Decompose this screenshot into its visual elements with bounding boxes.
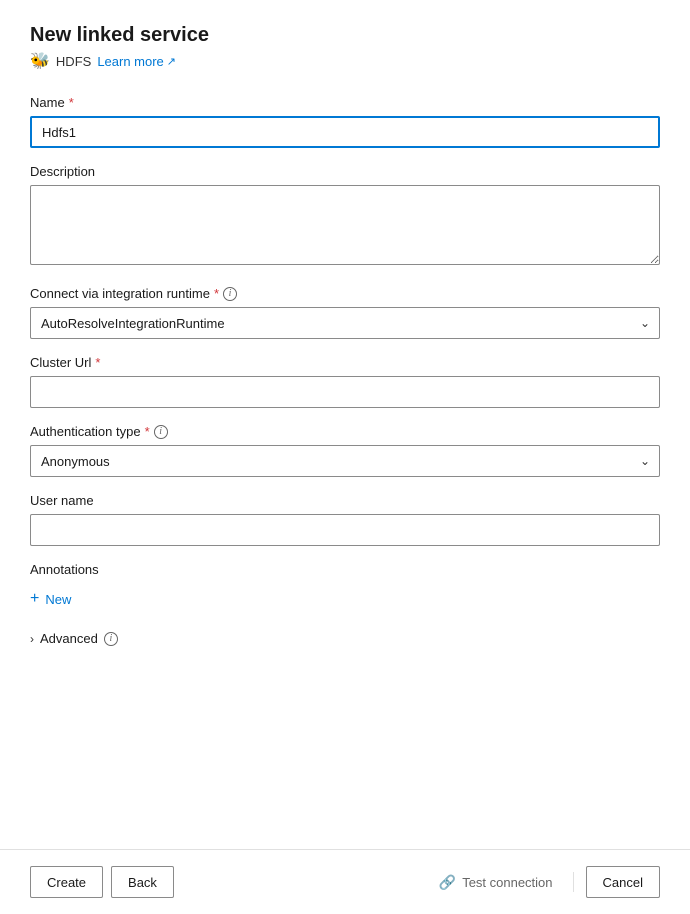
auth-type-label: Authentication type * i (30, 424, 660, 439)
new-annotation-label: New (45, 592, 71, 607)
name-input[interactable] (30, 116, 660, 148)
advanced-section[interactable]: › Advanced i (30, 627, 660, 650)
hdfs-label: HDFS (56, 54, 91, 69)
test-connection-button[interactable]: 🔗 Test connection (431, 874, 561, 891)
user-name-label: User name (30, 493, 660, 508)
main-content: New linked service 🐝 HDFS Learn more ↗ N… (0, 0, 690, 849)
annotations-title: Annotations (30, 562, 660, 577)
hdfs-icon: 🐝 (30, 51, 50, 71)
footer-left: Create Back (30, 866, 174, 898)
integration-runtime-required-star: * (214, 286, 219, 301)
test-connection-link-icon: 🔗 (439, 874, 456, 891)
page-title: New linked service (30, 24, 660, 47)
external-link-icon: ↗ (167, 55, 176, 68)
cluster-url-required-star: * (95, 355, 100, 370)
test-connection-label: Test connection (462, 875, 552, 890)
name-required-star: * (69, 95, 74, 110)
user-name-group: User name (30, 493, 660, 546)
advanced-label: Advanced (40, 631, 98, 646)
learn-more-link[interactable]: Learn more ↗ (97, 54, 176, 69)
new-annotation-button[interactable]: + New (30, 587, 71, 611)
integration-runtime-select-wrapper: AutoResolveIntegrationRuntime ⌄ (30, 307, 660, 339)
footer: Create Back 🔗 Test connection Cancel (0, 849, 690, 914)
name-label: Name * (30, 95, 660, 110)
auth-type-required-star: * (145, 424, 150, 439)
user-name-input[interactable] (30, 514, 660, 546)
description-field-group: Description (30, 164, 660, 270)
description-label: Description (30, 164, 660, 179)
auth-type-group: Authentication type * i Anonymous Window… (30, 424, 660, 477)
footer-right: 🔗 Test connection Cancel (431, 866, 660, 898)
description-textarea[interactable] (30, 185, 660, 265)
cluster-url-group: Cluster Url * (30, 355, 660, 408)
auth-type-info-icon: i (154, 425, 168, 439)
auth-type-select-wrapper: Anonymous Windows ⌄ (30, 445, 660, 477)
integration-runtime-label: Connect via integration runtime * i (30, 286, 660, 301)
integration-runtime-info-icon: i (223, 287, 237, 301)
back-button[interactable]: Back (111, 866, 174, 898)
annotations-section: Annotations + New (30, 562, 660, 611)
auth-type-select[interactable]: Anonymous Windows (30, 445, 660, 477)
name-field-group: Name * (30, 95, 660, 148)
plus-icon: + (30, 591, 39, 607)
integration-runtime-group: Connect via integration runtime * i Auto… (30, 286, 660, 339)
integration-runtime-select[interactable]: AutoResolveIntegrationRuntime (30, 307, 660, 339)
advanced-info-icon: i (104, 632, 118, 646)
subtitle-row: 🐝 HDFS Learn more ↗ (30, 51, 660, 71)
advanced-chevron-right-icon: › (30, 632, 34, 646)
cluster-url-input[interactable] (30, 376, 660, 408)
cluster-url-label: Cluster Url * (30, 355, 660, 370)
create-button[interactable]: Create (30, 866, 103, 898)
footer-divider (573, 872, 574, 892)
cancel-button[interactable]: Cancel (586, 866, 660, 898)
